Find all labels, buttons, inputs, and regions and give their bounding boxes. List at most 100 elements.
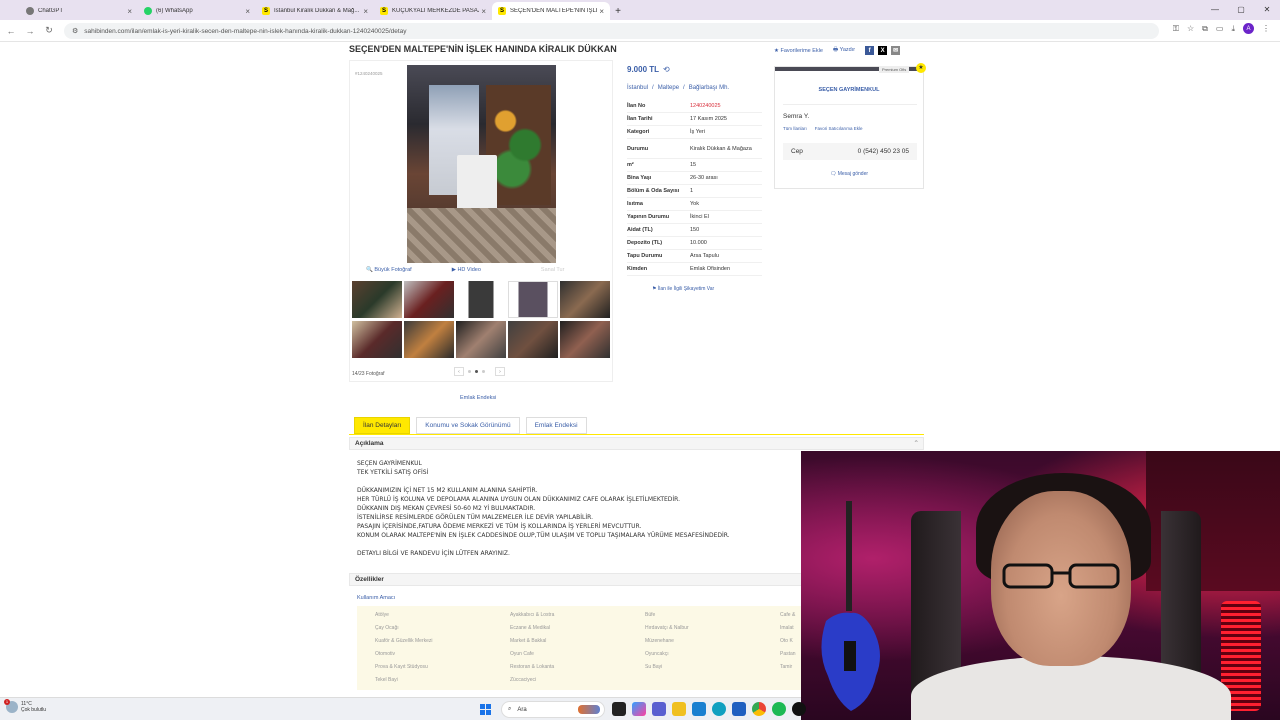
report-listing-link[interactable]: ⚑ İlan ile İlgili Şikayetim Var	[652, 286, 714, 292]
tab-location[interactable]: Konumu ve Sokak Görünümü	[416, 417, 520, 434]
next-page-button[interactable]: ›	[495, 367, 505, 376]
reload-icon[interactable]: ↻	[41, 25, 57, 36]
new-tab-button[interactable]: +	[610, 2, 626, 20]
close-icon[interactable]: ×	[481, 7, 486, 16]
mail-icon[interactable]: ✉	[891, 46, 901, 55]
taskbar-search[interactable]: ⌕ Ara	[501, 701, 605, 718]
hd-video-link[interactable]: ▶ HD Video	[452, 267, 481, 273]
minimize-icon[interactable]: —	[1202, 0, 1228, 20]
features-grid: Atölye Ayakkabıcı & Lostra Büfe Cafe & Ç…	[375, 612, 805, 684]
task-view-icon[interactable]	[612, 702, 626, 716]
close-icon[interactable]: ×	[127, 7, 132, 16]
emlak-endeksi-link[interactable]: Emlak Endeksi	[460, 395, 496, 401]
page-title: SEÇEN'DEN MALTEPE'NİN İŞLEK HANINDA KİRA…	[349, 44, 617, 54]
detail-row: Bölüm & Oda Sayısı 1	[627, 185, 762, 198]
browser-tab[interactable]: (6) WhatsApp ×	[138, 2, 256, 20]
detail-row: Kimden Emlak Ofisinden	[627, 263, 762, 276]
feature-item: Restoran & Lokanta	[510, 664, 555, 670]
send-message-link[interactable]: 🗨 Mesaj gönder	[775, 171, 923, 177]
address-bar-row: ← → ↻ ⚙ sahibinden.com/ilan/emlak-is-yer…	[0, 20, 1280, 42]
chrome-icon[interactable]	[752, 702, 766, 716]
site-info-icon[interactable]: ⚙	[72, 27, 78, 35]
x-twitter-icon[interactable]: X	[878, 46, 888, 55]
all-listings-link[interactable]: Tüm İlanları	[783, 126, 807, 131]
maximize-icon[interactable]: ▢	[1228, 0, 1254, 20]
seller-links: Tüm İlanları Favori Satıcılarıma Ekle	[783, 126, 863, 131]
spotify-icon[interactable]	[772, 702, 786, 716]
photo-thumbnail[interactable]	[352, 321, 402, 358]
main-photo[interactable]	[407, 65, 556, 263]
photo-thumbnail[interactable]	[456, 321, 506, 358]
obs-icon[interactable]	[792, 702, 806, 716]
feature-item: Otomotiv	[375, 651, 396, 657]
photo-thumbnail[interactable]	[560, 321, 610, 358]
browser-tab-active[interactable]: S SEÇEN'DEN MALTEPE'NİN İŞLEK... ×	[492, 2, 610, 20]
forward-icon[interactable]: →	[22, 26, 38, 36]
pager-dot[interactable]	[482, 370, 485, 373]
print-button[interactable]: 🖶 Yazdır	[833, 46, 855, 55]
prev-page-button[interactable]: ‹	[454, 367, 464, 376]
detail-tabs: İlan Detayları Konumu ve Sokak Görünümü …	[354, 417, 587, 434]
big-photo-link[interactable]: 🔍 Büyük Fotoğraf	[366, 267, 412, 273]
photo-thumbnail-selected[interactable]	[508, 281, 558, 318]
location-district[interactable]: Maltepe	[658, 85, 679, 91]
tab-listing-details[interactable]: İlan Detayları	[354, 417, 411, 434]
back-icon[interactable]: ←	[3, 26, 19, 36]
search-highlight-icon	[578, 705, 600, 714]
premium-icon: ★	[916, 63, 926, 73]
mail-app-icon[interactable]	[692, 702, 706, 716]
file-explorer-icon[interactable]	[672, 702, 686, 716]
sidebar-icon[interactable]: ▭	[1216, 24, 1224, 33]
browser-tab[interactable]: ChatGPT ×	[20, 2, 138, 20]
browser-tab[interactable]: S İstanbul Kiralık Dükkan & Mağ... ×	[256, 2, 374, 20]
collapse-icon[interactable]: ⌃	[914, 438, 919, 449]
photo-thumbnail[interactable]	[456, 281, 506, 318]
url-field[interactable]: ⚙ sahibinden.com/ilan/emlak-is-yeri-kira…	[64, 23, 1159, 39]
feature-item: Tekel Bayi	[375, 677, 398, 683]
profile-avatar[interactable]: A	[1243, 23, 1254, 34]
close-icon[interactable]: ×	[599, 7, 604, 16]
photo-thumbnail[interactable]	[560, 281, 610, 318]
close-icon[interactable]: ×	[363, 7, 368, 16]
pager-dot[interactable]	[468, 370, 471, 373]
photo-thumbnail[interactable]	[352, 281, 402, 318]
close-icon[interactable]: ×	[245, 7, 250, 16]
close-window-icon[interactable]: ✕	[1254, 0, 1280, 20]
search-icon: ⌕	[508, 706, 512, 712]
gallery-links: 🔍 Büyük Fotoğraf ▶ HD Video Sanal Tur	[366, 267, 564, 273]
detail-row: Depozito (TL) 10.000	[627, 237, 762, 250]
window-controls: — ▢ ✕	[1202, 0, 1280, 20]
windows-taskbar: 1 11°C Çok bulutlu ⌕ Ara	[0, 697, 806, 720]
photo-thumbnail[interactable]	[404, 281, 454, 318]
facebook-icon[interactable]: f	[865, 46, 875, 55]
extensions-icon[interactable]: ⧉	[1202, 24, 1208, 34]
location-city[interactable]: İstanbul	[627, 85, 648, 91]
browser-tab[interactable]: S KÜÇÜKYALI MERKEZDE PASAJ İ... ×	[374, 2, 492, 20]
guitar-image	[821, 501, 880, 711]
key-icon[interactable]: ⚿	[1173, 24, 1179, 34]
feature-item: Atölye	[375, 612, 389, 618]
browser-tab-bar: ChatGPT × (6) WhatsApp × S İstanbul Kira…	[0, 0, 1280, 20]
windows-start-icon[interactable]	[480, 704, 491, 715]
bookmark-star-icon[interactable]: ☆	[1187, 24, 1194, 33]
add-favorite-seller-link[interactable]: Favori Satıcılarıma Ekle	[815, 126, 863, 131]
photo-thumbnail[interactable]	[508, 321, 558, 358]
copilot-icon[interactable]	[632, 702, 646, 716]
menu-icon[interactable]: ⋮	[1262, 24, 1270, 33]
store-icon[interactable]	[732, 702, 746, 716]
download-icon[interactable]: ⤓	[1231, 24, 1235, 34]
add-favorite-button[interactable]: ★ Favorilerime Ekle	[774, 48, 823, 54]
location-neighborhood[interactable]: Bağlarbaşı Mh.	[689, 85, 729, 91]
feature-item: Oyuncakçı	[645, 651, 669, 657]
phone-number[interactable]: 0 (542) 450 23 05	[858, 148, 909, 155]
weather-widget[interactable]: 1 11°C Çok bulutlu	[4, 699, 46, 713]
tab-underline	[349, 434, 924, 435]
photo-floor-shape	[407, 208, 556, 263]
photo-thumbnail[interactable]	[404, 321, 454, 358]
pager-dot-active[interactable]	[475, 370, 478, 373]
price-history-icon[interactable]: ⟲	[663, 65, 670, 74]
edge-icon[interactable]	[712, 702, 726, 716]
tab-emlak-endeksi[interactable]: Emlak Endeksi	[525, 417, 587, 434]
store-name-link[interactable]: SEÇEN GAYRİMENKUL	[775, 87, 923, 93]
teams-icon[interactable]	[652, 702, 666, 716]
